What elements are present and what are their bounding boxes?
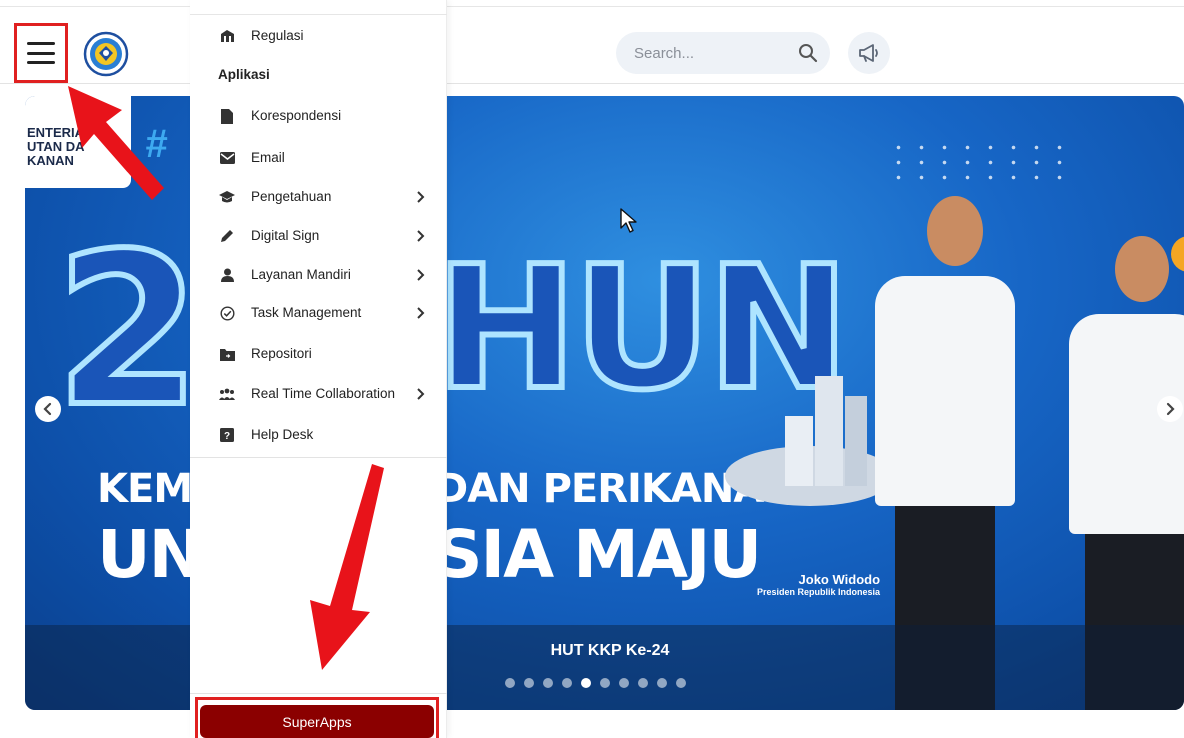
- search-input[interactable]: [634, 44, 784, 62]
- question-square-icon: ?: [219, 427, 235, 443]
- menu-item-task-management[interactable]: Task Management: [190, 297, 447, 329]
- menu-item-pengetahuan[interactable]: Pengetahuan: [190, 181, 447, 213]
- menu-item-label: Task Management: [251, 305, 362, 320]
- carousel-next-button[interactable]: [1157, 396, 1183, 422]
- chevron-right-icon: [1166, 402, 1175, 416]
- menu-item-realtime-collaboration[interactable]: Real Time Collaboration: [190, 378, 447, 410]
- carousel-indicator-dot[interactable]: [600, 678, 610, 688]
- carousel-indicators: [505, 678, 686, 688]
- menu-item-label: Pengetahuan: [251, 189, 332, 204]
- menu-section-aplikasi: Aplikasi: [218, 67, 270, 82]
- carousel-indicator-dot[interactable]: [562, 678, 572, 688]
- carousel-prev-button[interactable]: [35, 396, 61, 422]
- org-name-line: KANAN: [27, 153, 74, 168]
- svg-text:?: ?: [224, 431, 230, 442]
- org-name-box: ENTERIA UTAN DA KANAN: [25, 96, 131, 188]
- menu-item-label: Help Desk: [251, 427, 314, 442]
- kkp-emblem-logo: [83, 31, 129, 77]
- graduation-cap-icon: [219, 189, 235, 205]
- carousel-indicator-dot[interactable]: [657, 678, 667, 688]
- carousel-indicator-dot[interactable]: [581, 678, 591, 688]
- top-header: [0, 7, 1184, 84]
- carousel-indicator-dot[interactable]: [638, 678, 648, 688]
- menu-item-label: Regulasi: [251, 28, 304, 43]
- document-icon: [219, 108, 235, 124]
- menu-item-label: Digital Sign: [251, 228, 320, 243]
- menu-item-digital-sign[interactable]: Digital Sign: [190, 220, 447, 252]
- menu-divider: [190, 693, 447, 694]
- chevron-right-icon: [417, 269, 425, 281]
- menu-item-email[interactable]: Email: [190, 142, 447, 174]
- search-box[interactable]: [616, 32, 830, 74]
- hamburger-icon: [27, 42, 55, 64]
- menu-toggle-button[interactable]: [14, 23, 68, 83]
- chevron-right-icon: [417, 191, 425, 203]
- carousel-indicator-dot[interactable]: [543, 678, 553, 688]
- carousel-indicator-dot[interactable]: [676, 678, 686, 688]
- menu-item-label: Korespondensi: [251, 108, 342, 123]
- menu-item-repositori[interactable]: Repositori: [190, 338, 447, 370]
- chevron-right-icon: [417, 307, 425, 319]
- carousel-indicator-dot[interactable]: [619, 678, 629, 688]
- menu-item-help-desk[interactable]: ? Help Desk: [190, 419, 447, 451]
- org-name-line: ENTERIA: [27, 125, 85, 140]
- check-circle-icon: [219, 305, 235, 321]
- menu-item-label: Email: [251, 150, 285, 165]
- chevron-left-icon: [43, 402, 52, 416]
- megaphone-icon: [859, 44, 878, 62]
- announcement-button[interactable]: [848, 32, 890, 74]
- app-root: ENTERIA UTAN DA KANAN # 24 HUN KEMEN DAN…: [0, 0, 1184, 738]
- user-icon: [219, 267, 235, 283]
- chevron-right-icon: [417, 388, 425, 400]
- carousel-indicator-dot[interactable]: [505, 678, 515, 688]
- person-name-tag: Joko Widodo Presiden Republik Indonesia: [757, 572, 880, 597]
- users-group-icon: [219, 386, 235, 402]
- menu-item-label: Layanan Mandiri: [251, 267, 351, 282]
- person-title: Presiden Republik Indonesia: [757, 587, 881, 597]
- search-icon[interactable]: [798, 43, 818, 63]
- menu-divider: [190, 14, 447, 15]
- person-name: Joko Widodo: [798, 572, 881, 587]
- superapps-button[interactable]: SuperApps: [200, 705, 434, 738]
- org-name-line: UTAN DA: [27, 139, 85, 154]
- folder-icon: [219, 346, 235, 362]
- menu-item-layanan-mandiri[interactable]: Layanan Mandiri: [190, 259, 447, 291]
- building-icon: [219, 28, 235, 44]
- menu-item-label: Repositori: [251, 346, 312, 361]
- chevron-right-icon: [417, 230, 425, 242]
- mail-icon: [219, 150, 235, 166]
- decorative-dot-grid: [887, 140, 1077, 184]
- banner-slogan-right: SIA MAJU: [435, 516, 762, 593]
- pen-icon: [219, 228, 235, 244]
- carousel-indicator-dot[interactable]: [524, 678, 534, 688]
- banner-hashtag: #: [145, 122, 168, 166]
- menu-item-label: Real Time Collaboration: [251, 386, 396, 401]
- menu-divider: [190, 457, 447, 458]
- menu-item-korespondensi[interactable]: Korespondensi: [190, 100, 447, 132]
- side-menu: Regulasi Aplikasi Korespondensi Email Pe…: [190, 0, 447, 738]
- menu-item-regulasi[interactable]: Regulasi: [190, 20, 447, 52]
